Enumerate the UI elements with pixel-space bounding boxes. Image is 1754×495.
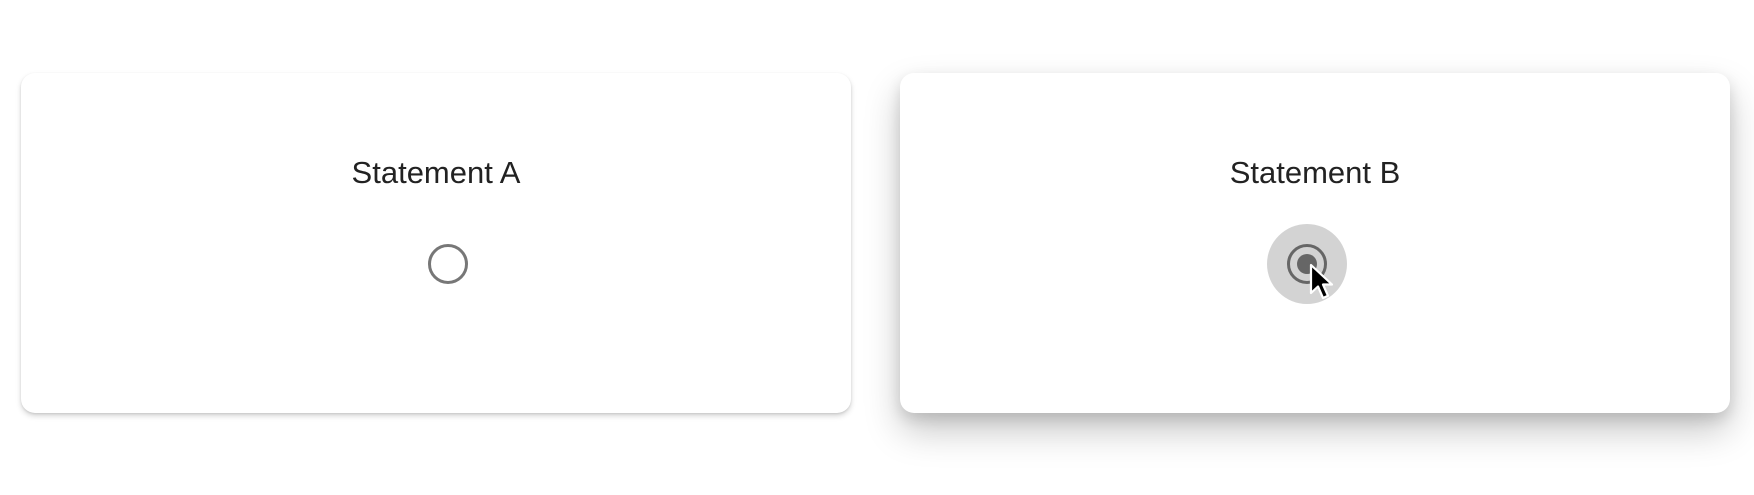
statement-a-label: Statement A [351,155,521,190]
radio-unchecked-icon[interactable] [428,244,468,284]
mouse-pointer-icon [1309,263,1334,300]
statement-b-label: Statement B [1229,155,1401,190]
option-card-a[interactable]: Statement A [21,73,851,413]
option-card-b[interactable]: Statement B [900,73,1730,413]
radio-a-container[interactable] [408,224,488,304]
